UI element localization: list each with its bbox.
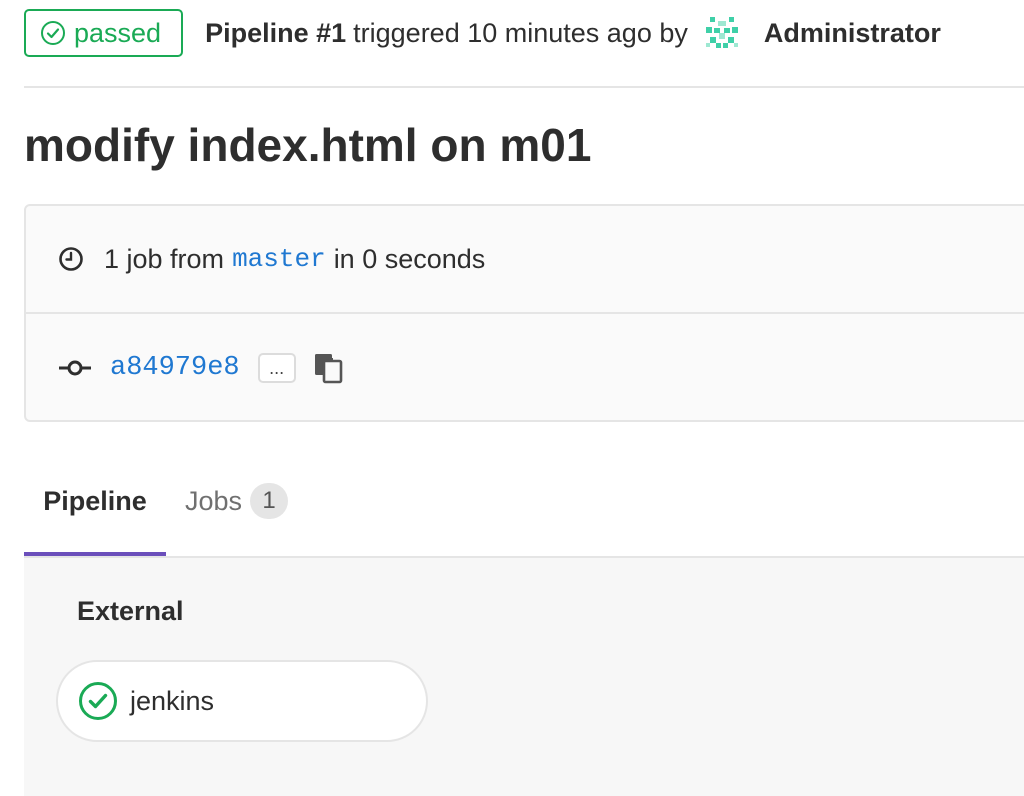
branch-link[interactable]: master: [232, 244, 326, 274]
pipeline-tabs: Pipeline Jobs 1: [24, 448, 1024, 558]
check-circle-icon: [79, 682, 117, 720]
duration-text: in 0 seconds: [333, 243, 486, 274]
header-divider: [24, 86, 1024, 88]
pipeline-summary: Pipeline #1 triggered 10 minutes ago by …: [205, 13, 941, 53]
triggered-text: triggered 10 minutes ago by: [353, 17, 688, 48]
expand-commit-message-button[interactable]: ...: [257, 353, 296, 383]
tab-pipeline[interactable]: Pipeline: [24, 448, 166, 556]
commit-icon: [59, 360, 91, 376]
status-badge-label: passed: [74, 17, 162, 48]
tab-jobs-label: Jobs: [185, 485, 243, 516]
job-name: jenkins: [130, 685, 215, 716]
pipeline-info-box: 1 job from master in 0 seconds a84979e8 …: [24, 204, 1024, 422]
pipeline-graph: External jenkins: [24, 558, 1024, 796]
status-badge[interactable]: passed: [24, 9, 184, 57]
tab-pipeline-label: Pipeline: [43, 485, 147, 516]
status-success-icon: [41, 21, 65, 45]
avatar[interactable]: [701, 13, 742, 53]
pipeline-header: passed Pipeline #1 triggered 10 minutes …: [24, 8, 1024, 58]
stage-title: External: [77, 596, 184, 626]
clock-icon: [59, 247, 83, 271]
jobs-count-badge: 1: [250, 483, 289, 519]
pipeline-id: Pipeline #1: [205, 17, 347, 48]
commit-row: a84979e8 ...: [26, 314, 1024, 422]
job-summary-row: 1 job from master in 0 seconds: [26, 206, 1024, 314]
job-count-text: 1 job from: [104, 243, 225, 274]
copy-icon[interactable]: [312, 352, 344, 384]
pipeline-page: passed Pipeline #1 triggered 10 minutes …: [0, 0, 1024, 796]
user-link[interactable]: Administrator: [764, 18, 941, 49]
commit-sha-link[interactable]: a84979e8: [110, 353, 240, 383]
tab-jobs[interactable]: Jobs 1: [185, 448, 289, 554]
job-item[interactable]: jenkins: [56, 660, 428, 742]
page-title: modify index.html on m01: [24, 119, 592, 171]
